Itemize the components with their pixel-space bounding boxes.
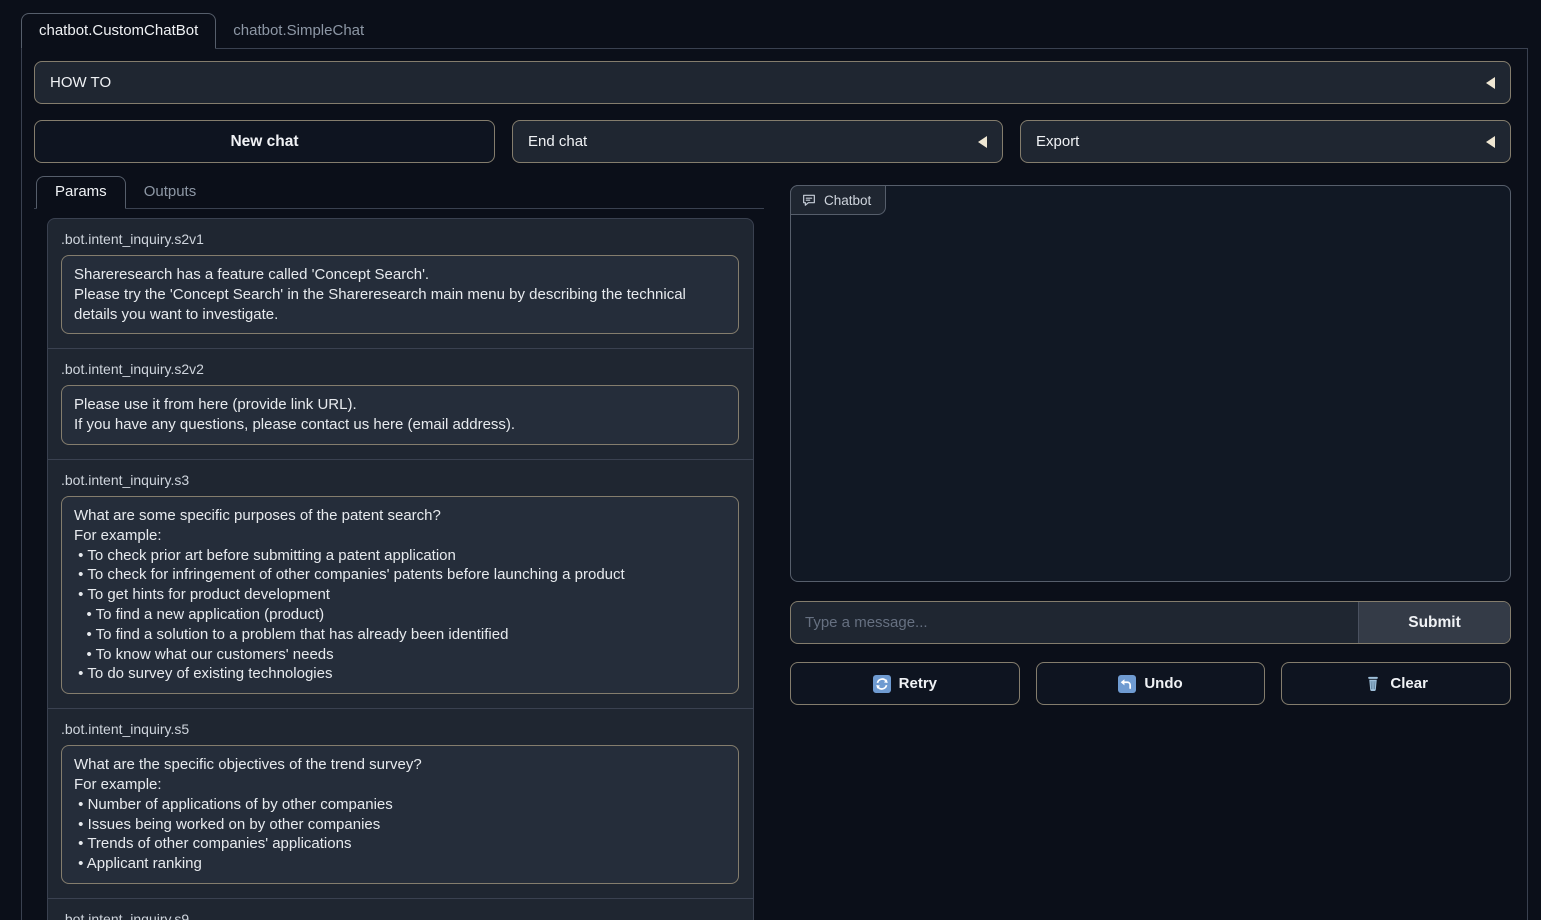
field-label: .bot.intent_inquiry.s2v2 bbox=[61, 361, 739, 377]
params-form: .bot.intent_inquiry.s2v1 Shareresearch h… bbox=[47, 218, 754, 920]
params-tabitem: .bot.intent_inquiry.s2v1 Shareresearch h… bbox=[34, 209, 764, 920]
form-item: .bot.intent_inquiry.s2v2 Please use it f… bbox=[48, 348, 753, 459]
message-input[interactable] bbox=[791, 602, 1358, 643]
undo-button[interactable]: Undo bbox=[1036, 662, 1266, 705]
main-row: Params Outputs .bot.intent_inquiry.s2v1 … bbox=[34, 176, 1511, 920]
accordion-arrow-icon bbox=[978, 136, 987, 148]
chat-actions-row: Retry Undo bbox=[790, 662, 1511, 705]
end-chat-label: End chat bbox=[528, 133, 587, 150]
params-column: Params Outputs .bot.intent_inquiry.s2v1 … bbox=[34, 176, 764, 920]
clear-button[interactable]: Clear bbox=[1281, 662, 1511, 705]
field-label: .bot.intent_inquiry.s5 bbox=[61, 721, 739, 737]
chatbot-panel: Chatbot bbox=[790, 185, 1511, 582]
retry-label: Retry bbox=[899, 675, 937, 692]
new-chat-button[interactable]: New chat bbox=[34, 120, 495, 163]
undo-label: Undo bbox=[1144, 675, 1182, 692]
chatbot-label-text: Chatbot bbox=[824, 193, 871, 208]
message-composer: Submit bbox=[790, 601, 1511, 644]
retry-icon bbox=[873, 675, 891, 693]
end-chat-accordion[interactable]: End chat bbox=[512, 120, 1003, 163]
accordion-arrow-icon bbox=[1486, 77, 1495, 89]
app-root: chatbot.CustomChatBot chatbot.SimpleChat… bbox=[0, 0, 1541, 920]
field-label: .bot.intent_inquiry.s2v1 bbox=[61, 231, 739, 247]
actions-row: New chat End chat Export bbox=[34, 120, 1511, 163]
export-label: Export bbox=[1036, 133, 1079, 150]
field-label: .bot.intent_inquiry.s9 bbox=[61, 911, 739, 920]
howto-label: HOW TO bbox=[50, 74, 111, 91]
tab-params[interactable]: Params bbox=[36, 176, 126, 209]
tab-simple-chat[interactable]: chatbot.SimpleChat bbox=[216, 14, 381, 48]
field-label: .bot.intent_inquiry.s3 bbox=[61, 472, 739, 488]
field-textarea[interactable]: What are the specific objectives of the … bbox=[61, 745, 739, 884]
form-item: .bot.intent_inquiry.s5 What are the spec… bbox=[48, 708, 753, 898]
chatbot-label: Chatbot bbox=[790, 185, 886, 215]
retry-button[interactable]: Retry bbox=[790, 662, 1020, 705]
submit-button[interactable]: Submit bbox=[1358, 602, 1510, 643]
export-accordion[interactable]: Export bbox=[1020, 120, 1511, 163]
chat-column: Chatbot Submit bbox=[790, 176, 1511, 705]
field-textarea[interactable]: Shareresearch has a feature called 'Conc… bbox=[61, 255, 739, 334]
params-tab-nav: Params Outputs bbox=[34, 176, 764, 209]
chat-bubble-icon bbox=[801, 192, 817, 208]
tab-content: HOW TO New chat End chat Export Params O… bbox=[21, 48, 1528, 920]
accordion-arrow-icon bbox=[1486, 136, 1495, 148]
form-item: .bot.intent_inquiry.s2v1 Shareresearch h… bbox=[48, 219, 753, 348]
howto-accordion[interactable]: HOW TO bbox=[34, 61, 1511, 104]
top-tab-nav: chatbot.CustomChatBot chatbot.SimpleChat bbox=[21, 13, 1528, 48]
tab-custom-chatbot[interactable]: chatbot.CustomChatBot bbox=[21, 13, 216, 49]
undo-icon bbox=[1118, 675, 1136, 693]
form-item: .bot.intent_inquiry.s3 What are some spe… bbox=[48, 459, 753, 708]
field-textarea[interactable]: What are some specific purposes of the p… bbox=[61, 496, 739, 694]
field-textarea[interactable]: Please use it from here (provide link UR… bbox=[61, 385, 739, 445]
trash-icon bbox=[1364, 675, 1382, 693]
tab-outputs[interactable]: Outputs bbox=[126, 177, 215, 208]
clear-label: Clear bbox=[1390, 675, 1428, 692]
form-item: .bot.intent_inquiry.s9 bbox=[48, 898, 753, 920]
